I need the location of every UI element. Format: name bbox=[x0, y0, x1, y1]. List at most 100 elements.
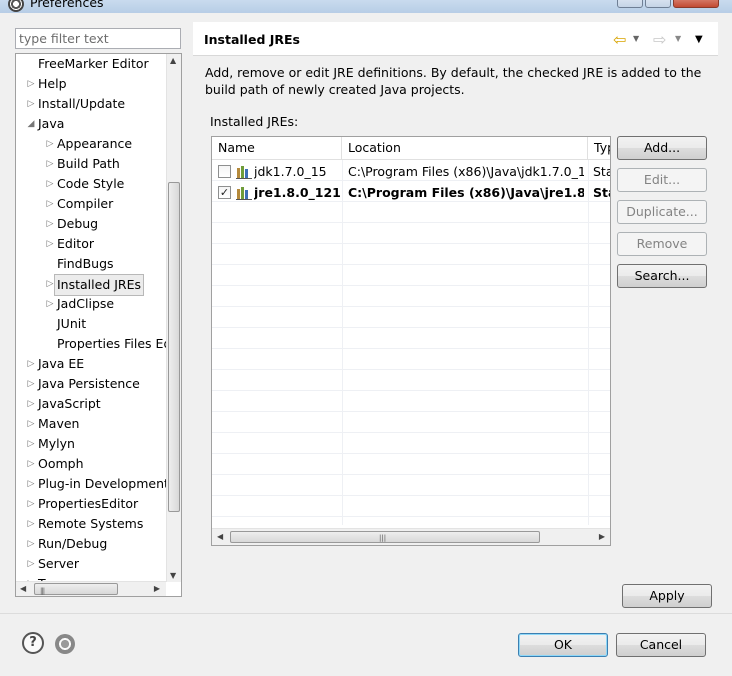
table-row-line bbox=[212, 348, 610, 349]
tree-item-label: Remote Systems bbox=[38, 516, 144, 531]
tree-item-label: Server bbox=[38, 556, 79, 571]
expand-arrow-icon[interactable]: ▷ bbox=[26, 534, 36, 554]
installed-jres-label: Installed JREs: bbox=[210, 114, 299, 129]
forward-arrow-icon[interactable]: ⇨ bbox=[653, 30, 666, 49]
duplicate-button[interactable]: Duplicate... bbox=[617, 200, 707, 224]
tree-item-label: Help bbox=[38, 76, 67, 91]
tree-horizontal-scrollbar[interactable]: ◀ ||| ▶ bbox=[16, 581, 166, 596]
expand-arrow-icon bbox=[45, 314, 55, 334]
table-horizontal-scrollbar[interactable]: ◀ ||| ▶ bbox=[212, 528, 610, 545]
preference-tree: FreeMarker Editor ▷ Help ▷ Install/Update ◢ Ja… bbox=[15, 53, 182, 597]
jre-checkbox[interactable] bbox=[218, 165, 231, 178]
import-export-icon[interactable] bbox=[55, 634, 75, 654]
scroll-left-icon[interactable]: ◀ bbox=[217, 532, 223, 541]
expand-arrow-icon[interactable]: ▷ bbox=[26, 454, 36, 474]
scroll-left-icon[interactable]: ◀ bbox=[20, 584, 26, 593]
tree-vertical-scroll-thumb[interactable] bbox=[168, 182, 180, 512]
jre-library-icon bbox=[236, 186, 252, 200]
table-row-line bbox=[212, 327, 610, 328]
tree-item-label: JadClipse bbox=[57, 296, 115, 311]
tree-item-label: Code Style bbox=[57, 176, 125, 191]
expand-arrow-icon[interactable]: ▷ bbox=[45, 214, 55, 234]
expand-arrow-icon[interactable]: ▷ bbox=[45, 154, 55, 174]
table-row[interactable]: ✓ jre1.8.0_121 ... C:\Program Files (x86)\… bbox=[212, 183, 610, 203]
search-button[interactable]: Search... bbox=[617, 264, 707, 288]
tree-item-label: FindBugs bbox=[57, 256, 114, 271]
tree-item-label: Properties Files Ed bbox=[57, 336, 172, 351]
table-row-line bbox=[212, 453, 610, 454]
tree-vertical-scrollbar[interactable]: ▲ ▼ bbox=[166, 54, 181, 582]
forward-dropdown-icon[interactable]: ▼ bbox=[675, 34, 681, 43]
expand-arrow-icon[interactable]: ▷ bbox=[26, 354, 36, 374]
scroll-down-icon[interactable]: ▼ bbox=[170, 571, 176, 580]
jre-name: jre1.8.0_121 ... bbox=[254, 185, 340, 200]
table-row-line bbox=[212, 222, 610, 223]
expand-arrow-icon[interactable]: ▷ bbox=[45, 134, 55, 154]
expand-arrow-icon[interactable]: ▷ bbox=[26, 434, 36, 454]
edit-button[interactable]: Edit... bbox=[617, 168, 707, 192]
back-dropdown-icon[interactable]: ▼ bbox=[633, 34, 639, 43]
scroll-right-icon[interactable]: ▶ bbox=[599, 532, 605, 541]
expand-arrow-icon[interactable]: ▷ bbox=[26, 414, 36, 434]
scroll-right-icon[interactable]: ▶ bbox=[154, 584, 160, 593]
close-button[interactable] bbox=[673, 0, 719, 8]
tree-item-label: Appearance bbox=[57, 136, 133, 151]
grip-icon: ||| bbox=[379, 534, 387, 542]
minimize-button[interactable] bbox=[617, 0, 643, 8]
scroll-up-icon[interactable]: ▲ bbox=[170, 56, 176, 65]
tree-item-label: Run/Debug bbox=[38, 536, 108, 551]
apply-button[interactable]: Apply bbox=[622, 584, 712, 608]
jre-checkbox[interactable]: ✓ bbox=[218, 186, 231, 199]
expand-arrow-icon[interactable]: ▷ bbox=[26, 394, 36, 414]
expand-arrow-icon[interactable]: ▷ bbox=[26, 74, 36, 94]
window-title: Preferences bbox=[30, 0, 104, 10]
table-row-line bbox=[212, 411, 610, 412]
table-row[interactable]: jdk1.7.0_15 C:\Program Files (x86)\Java\j… bbox=[212, 162, 610, 182]
help-icon[interactable]: ? bbox=[22, 632, 44, 654]
expand-arrow-icon[interactable]: ▷ bbox=[26, 494, 36, 514]
tree-item-label: Java bbox=[38, 116, 65, 131]
expand-arrow-icon[interactable]: ▷ bbox=[45, 174, 55, 194]
expand-arrow-icon[interactable]: ▷ bbox=[26, 374, 36, 394]
tree-item-label: Compiler bbox=[57, 196, 114, 211]
expand-arrow-icon[interactable]: ▷ bbox=[45, 294, 55, 314]
tree-item-label: Java EE bbox=[38, 356, 85, 371]
jre-name: jdk1.7.0_15 bbox=[254, 164, 327, 179]
app-icon bbox=[8, 0, 24, 12]
page-header: Installed JREs ⇦ ▼ ⇨ ▼ ▼ bbox=[193, 22, 718, 56]
tree-item-label: Java Persistence bbox=[38, 376, 140, 391]
page-title: Installed JREs bbox=[204, 32, 301, 47]
expand-arrow-icon[interactable]: ▷ bbox=[26, 94, 36, 114]
page-description: Add, remove or edit JRE definitions. By … bbox=[205, 65, 702, 97]
table-column-line bbox=[342, 160, 343, 525]
expand-arrow-icon[interactable]: ▷ bbox=[26, 514, 36, 534]
expand-arrow-icon[interactable]: ▷ bbox=[45, 194, 55, 214]
tree-item-label: Maven bbox=[38, 416, 80, 431]
view-menu-icon[interactable]: ▼ bbox=[695, 34, 703, 45]
tree-item-label: Build Path bbox=[57, 156, 120, 171]
tree-item-label: Install/Update bbox=[38, 96, 126, 111]
remove-button[interactable]: Remove bbox=[617, 232, 707, 256]
expand-arrow-icon[interactable]: ◢ bbox=[26, 114, 36, 134]
add-button[interactable]: Add... bbox=[617, 136, 707, 160]
column-header-type[interactable]: Typ bbox=[588, 137, 610, 160]
column-header-name[interactable]: Name bbox=[212, 137, 342, 160]
jre-location: C:\Program Files (x86)\Java\jre1.8.0... bbox=[348, 185, 584, 200]
expand-arrow-icon[interactable]: ▷ bbox=[26, 474, 36, 494]
expand-arrow-icon[interactable]: ▷ bbox=[45, 234, 55, 254]
column-header-location[interactable]: Location bbox=[342, 137, 588, 160]
cancel-button[interactable]: Cancel bbox=[616, 633, 706, 657]
ok-button[interactable]: OK bbox=[518, 633, 608, 657]
expand-arrow-icon[interactable]: ▷ bbox=[26, 554, 36, 574]
expand-arrow-icon bbox=[45, 254, 55, 274]
jre-location: C:\Program Files (x86)\Java\jdk1.7.0_15 bbox=[348, 164, 584, 179]
bottom-separator bbox=[0, 613, 732, 614]
table-column-line bbox=[588, 160, 589, 525]
maximize-button[interactable] bbox=[645, 0, 671, 8]
filter-input[interactable] bbox=[15, 28, 181, 49]
table-row-line bbox=[212, 369, 610, 370]
page-body: Add, remove or edit JRE definitions. By … bbox=[193, 56, 718, 612]
table-horizontal-scroll-thumb[interactable]: ||| bbox=[230, 531, 540, 543]
tree-horizontal-scroll-thumb[interactable]: ||| bbox=[34, 583, 118, 595]
back-arrow-icon[interactable]: ⇦ bbox=[613, 30, 626, 49]
